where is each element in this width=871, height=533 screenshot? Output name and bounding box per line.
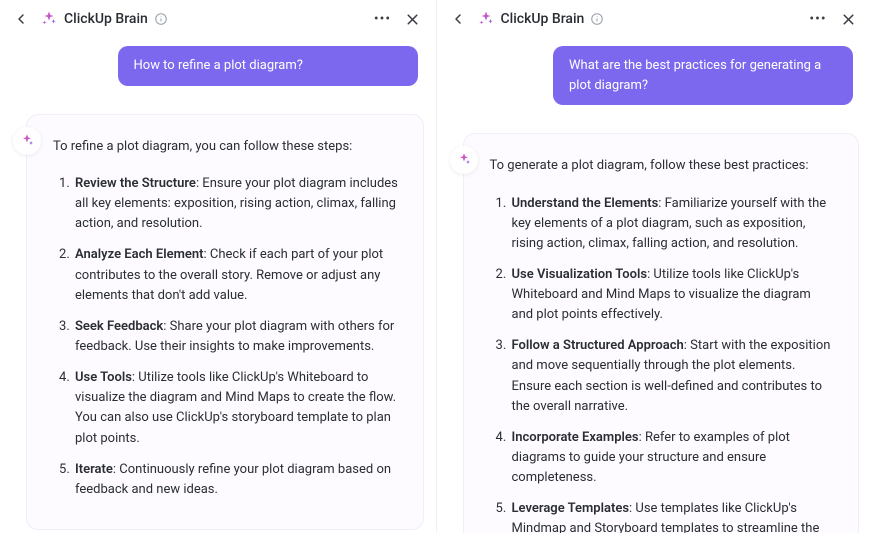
step-title: Use Visualization Tools [512, 267, 648, 282]
step-body: : Continuously refine your plot diagram … [75, 462, 391, 497]
ai-intro: To refine a plot diagram, you can follow… [53, 137, 399, 157]
list-item: Use Tools: Utilize tools like ClickUp's … [73, 368, 399, 449]
more-button[interactable]: ••• [372, 8, 394, 30]
app-title: ClickUp Brain [64, 11, 148, 27]
list-item: Review the Structure: Ensure your plot d… [73, 174, 399, 234]
app-title: ClickUp Brain [501, 11, 585, 27]
step-title: Incorporate Examples [512, 430, 639, 445]
ai-intro: To generate a plot diagram, follow these… [490, 156, 835, 176]
header: ClickUp Brain ••• [437, 0, 871, 40]
ai-response-card: To refine a plot diagram, you can follow… [26, 114, 424, 530]
app-title-group: ClickUp Brain [477, 10, 605, 28]
list-item: Analyze Each Element: Check if each part… [73, 245, 399, 305]
step-title: Seek Feedback [75, 319, 163, 334]
list-item: Incorporate Examples: Refer to examples … [510, 428, 835, 488]
step-title: Follow a Structured Approach [512, 338, 684, 353]
user-message: How to refine a plot diagram? [118, 46, 418, 86]
user-message: What are the best practices for generati… [553, 46, 853, 105]
more-button[interactable]: ••• [807, 8, 829, 30]
ai-response-card: To generate a plot diagram, follow these… [463, 133, 860, 533]
close-button[interactable] [402, 8, 424, 30]
sparkle-icon [40, 10, 58, 28]
pane-left: ClickUp Brain ••• How to refine a plot d… [0, 0, 436, 533]
list-item: Follow a Structured Approach: Start with… [510, 336, 835, 417]
step-title: Understand the Elements [512, 196, 659, 211]
close-button[interactable] [837, 8, 859, 30]
list-item: Use Visualization Tools: Utilize tools l… [510, 265, 835, 325]
step-title: Leverage Templates [512, 501, 630, 516]
pane-right: ClickUp Brain ••• What are the best prac… [436, 0, 871, 533]
step-title: Analyze Each Element [75, 247, 204, 262]
steps-list: Understand the Elements: Familiarize you… [490, 194, 835, 533]
ai-avatar [13, 127, 41, 155]
step-title: Use Tools [75, 370, 132, 385]
list-item: Iterate: Continuously refine your plot d… [73, 460, 399, 500]
info-icon[interactable] [154, 12, 168, 26]
step-title: Review the Structure [75, 176, 196, 191]
list-item: Understand the Elements: Familiarize you… [510, 194, 835, 254]
header: ClickUp Brain ••• [0, 0, 436, 40]
ai-avatar [450, 146, 478, 174]
app-title-group: ClickUp Brain [40, 10, 168, 28]
sparkle-icon [477, 10, 495, 28]
steps-list: Review the Structure: Ensure your plot d… [53, 174, 399, 500]
chat-area: What are the best practices for generati… [437, 40, 871, 533]
back-button[interactable] [447, 8, 469, 30]
back-button[interactable] [10, 8, 32, 30]
step-title: Iterate [75, 462, 113, 477]
list-item: Leverage Templates: Use templates like C… [510, 499, 835, 533]
chat-area: How to refine a plot diagram? To refine … [0, 40, 436, 533]
list-item: Seek Feedback: Share your plot diagram w… [73, 317, 399, 357]
info-icon[interactable] [590, 12, 604, 26]
